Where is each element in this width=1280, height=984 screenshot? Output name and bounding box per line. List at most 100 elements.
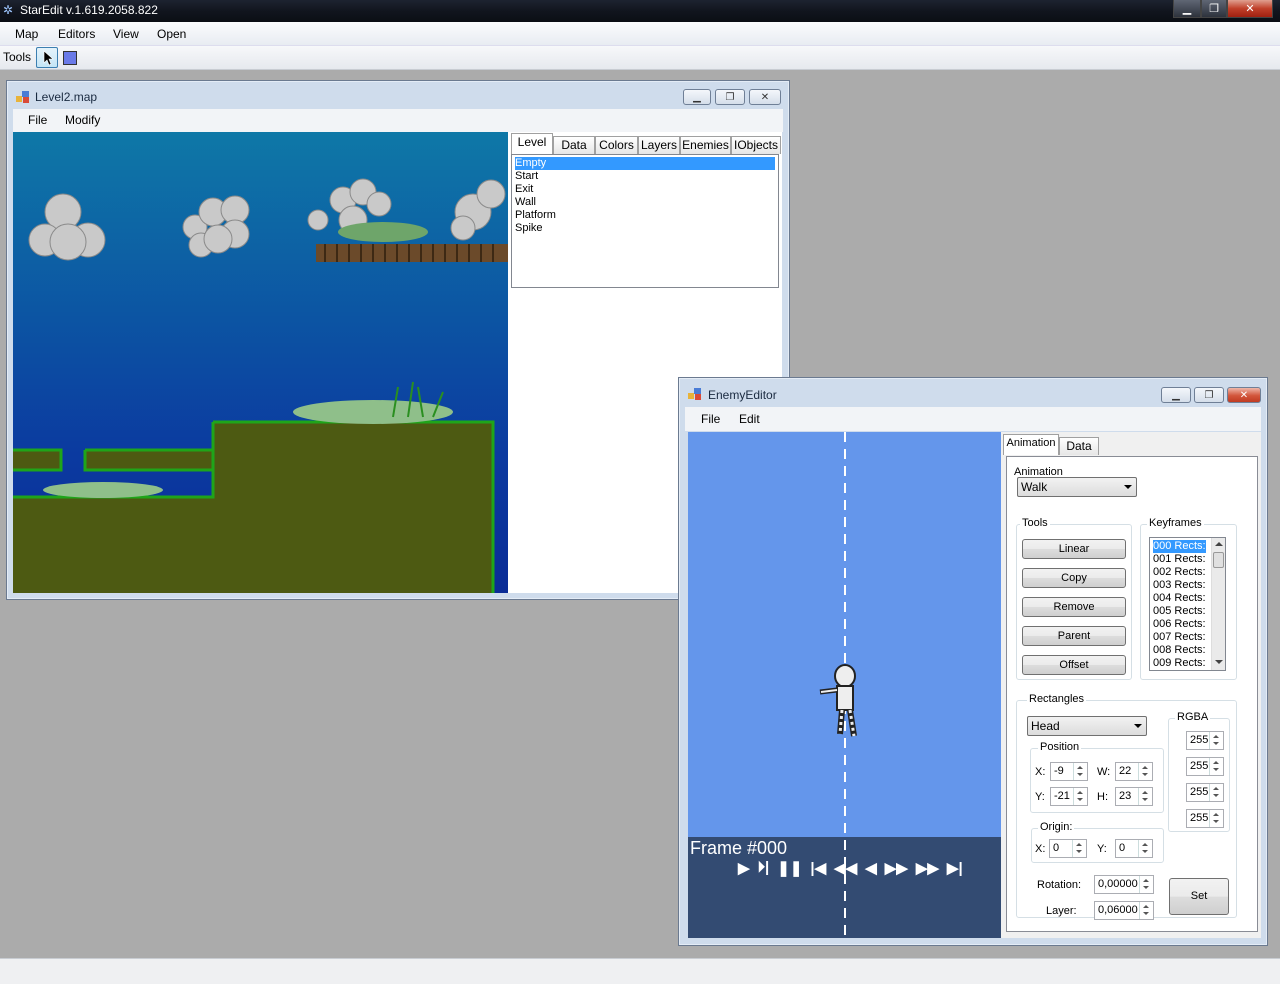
spin-arrows-icon[interactable]: [1073, 763, 1087, 780]
layer-field[interactable]: 0,06000: [1094, 901, 1154, 920]
pos-w-field[interactable]: 22: [1115, 762, 1153, 781]
pos-w-value: 22: [1119, 765, 1132, 777]
keyframes-scrollbar[interactable]: [1211, 538, 1225, 670]
parent-button[interactable]: Parent: [1022, 626, 1126, 646]
menu-map[interactable]: Map: [15, 27, 38, 41]
origin-y-field[interactable]: 0: [1115, 839, 1153, 858]
menu-editors[interactable]: Editors: [58, 27, 95, 41]
tab-iobjects[interactable]: IObjects: [731, 136, 781, 154]
keyframes-list[interactable]: 000 Rects: 001 Rects: 002 Rects: 003 Rec…: [1149, 537, 1226, 671]
pos-h-field[interactable]: 23: [1115, 787, 1153, 806]
play-icon[interactable]: ▶: [738, 859, 750, 877]
maximize-button[interactable]: ❐: [1201, 0, 1227, 18]
forward-icon[interactable]: ▶▶: [885, 859, 908, 877]
fast-forward-icon[interactable]: ▶▶: [916, 859, 939, 877]
list-item[interactable]: Platform: [515, 209, 556, 222]
list-item[interactable]: Empty: [515, 157, 775, 170]
tile-type-list[interactable]: Empty Start Exit Wall Platform Spike: [511, 154, 779, 288]
color-swatch[interactable]: [63, 51, 77, 65]
list-item[interactable]: 009 Rects:: [1153, 657, 1206, 670]
scroll-thumb[interactable]: [1213, 552, 1224, 568]
copy-button[interactable]: Copy: [1022, 568, 1126, 588]
level-minimize-button[interactable]: ▁: [683, 89, 711, 105]
remove-button[interactable]: Remove: [1022, 597, 1126, 617]
app-title: StarEdit v.1.619.2058.822: [20, 3, 158, 17]
enemy-menu-edit[interactable]: Edit: [739, 412, 760, 426]
list-item[interactable]: 001 Rects:: [1153, 553, 1206, 566]
pos-y-field[interactable]: -21: [1050, 787, 1088, 806]
rectangle-select[interactable]: Head: [1027, 716, 1147, 736]
tools-toolbar: Tools: [0, 46, 1280, 70]
level-close-button[interactable]: ✕: [749, 89, 781, 105]
spin-arrows-icon[interactable]: [1138, 763, 1152, 780]
menu-open[interactable]: Open: [157, 27, 186, 41]
menu-view[interactable]: View: [113, 27, 139, 41]
list-item[interactable]: 003 Rects:: [1153, 579, 1206, 592]
list-item[interactable]: 000 Rects:: [1153, 540, 1206, 553]
list-item[interactable]: Start: [515, 170, 538, 183]
spin-arrows-icon[interactable]: [1139, 876, 1153, 893]
tools-group: Tools Linear Copy Remove Parent Offset: [1016, 517, 1132, 680]
spin-arrows-icon[interactable]: [1138, 788, 1152, 805]
spin-arrows-icon[interactable]: [1138, 840, 1152, 857]
tab-level[interactable]: Level: [511, 133, 553, 154]
tab-enemy-data[interactable]: Data: [1059, 437, 1099, 455]
rewind-icon[interactable]: ◀: [865, 859, 877, 877]
green-field[interactable]: 255: [1186, 757, 1224, 776]
blue-field[interactable]: 255: [1186, 783, 1224, 802]
enemy-menu-file[interactable]: File: [701, 412, 720, 426]
list-item[interactable]: Spike: [515, 222, 543, 235]
skip-start-icon[interactable]: |◀: [810, 859, 826, 877]
level-menu-modify[interactable]: Modify: [65, 113, 100, 127]
spin-arrows-icon[interactable]: [1209, 732, 1223, 749]
skip-end-icon[interactable]: ▶|: [947, 859, 963, 877]
rotation-field[interactable]: 0,00000: [1094, 875, 1154, 894]
animation-canvas[interactable]: Frame #000 ▶ ⏵︎| ❚❚ |◀ ◀◀ ◀ ▶▶ ▶▶ ▶|: [688, 432, 1001, 938]
tab-data[interactable]: Data: [553, 136, 595, 154]
list-item[interactable]: 006 Rects:: [1153, 618, 1206, 631]
level-menu-file[interactable]: File: [28, 113, 47, 127]
close-button[interactable]: ✕: [1227, 0, 1273, 18]
rotation-label: Rotation:: [1037, 879, 1082, 891]
scroll-up-icon[interactable]: [1215, 542, 1223, 546]
offset-button[interactable]: Offset: [1022, 655, 1126, 675]
minimize-button[interactable]: ▁: [1173, 0, 1201, 18]
enemy-minimize-button[interactable]: ▁: [1161, 387, 1191, 403]
spin-arrows-icon[interactable]: [1139, 902, 1153, 919]
list-item[interactable]: 005 Rects:: [1153, 605, 1206, 618]
pointer-tool-button[interactable]: [36, 47, 58, 68]
list-item[interactable]: Exit: [515, 183, 533, 196]
alpha-field[interactable]: 255: [1186, 809, 1224, 828]
pause-icon[interactable]: ❚❚: [777, 859, 802, 877]
rgba-group-label: RGBA: [1175, 711, 1211, 723]
scroll-down-icon[interactable]: [1215, 660, 1223, 664]
set-button[interactable]: Set: [1169, 878, 1229, 915]
enemy-close-button[interactable]: ✕: [1227, 387, 1261, 403]
tab-animation[interactable]: Animation: [1003, 434, 1059, 455]
red-field[interactable]: 255: [1186, 731, 1224, 750]
animation-select[interactable]: Walk: [1017, 477, 1137, 497]
spin-arrows-icon[interactable]: [1072, 840, 1086, 857]
list-item[interactable]: 008 Rects:: [1153, 644, 1206, 657]
origin-x-label: X:: [1035, 843, 1046, 855]
step-forward-icon[interactable]: ⏵︎|: [758, 859, 770, 877]
layer-label: Layer:: [1046, 905, 1077, 917]
list-item[interactable]: 004 Rects:: [1153, 592, 1206, 605]
tab-enemies[interactable]: Enemies: [680, 136, 731, 154]
linear-button[interactable]: Linear: [1022, 539, 1126, 559]
tab-layers[interactable]: Layers: [638, 136, 680, 154]
spin-arrows-icon[interactable]: [1209, 758, 1223, 775]
list-item[interactable]: 002 Rects:: [1153, 566, 1206, 579]
fast-rewind-icon[interactable]: ◀◀: [834, 859, 857, 877]
spin-arrows-icon[interactable]: [1209, 810, 1223, 827]
spin-arrows-icon[interactable]: [1209, 784, 1223, 801]
origin-x-field[interactable]: 0: [1049, 839, 1087, 858]
pos-x-field[interactable]: -9: [1050, 762, 1088, 781]
list-item[interactable]: Wall: [515, 196, 536, 209]
list-item[interactable]: 007 Rects:: [1153, 631, 1206, 644]
level-canvas[interactable]: [13, 132, 508, 593]
spin-arrows-icon[interactable]: [1073, 788, 1087, 805]
tab-colors[interactable]: Colors: [595, 136, 638, 154]
level-restore-button[interactable]: ❐: [715, 89, 745, 105]
enemy-restore-button[interactable]: ❐: [1194, 387, 1224, 403]
